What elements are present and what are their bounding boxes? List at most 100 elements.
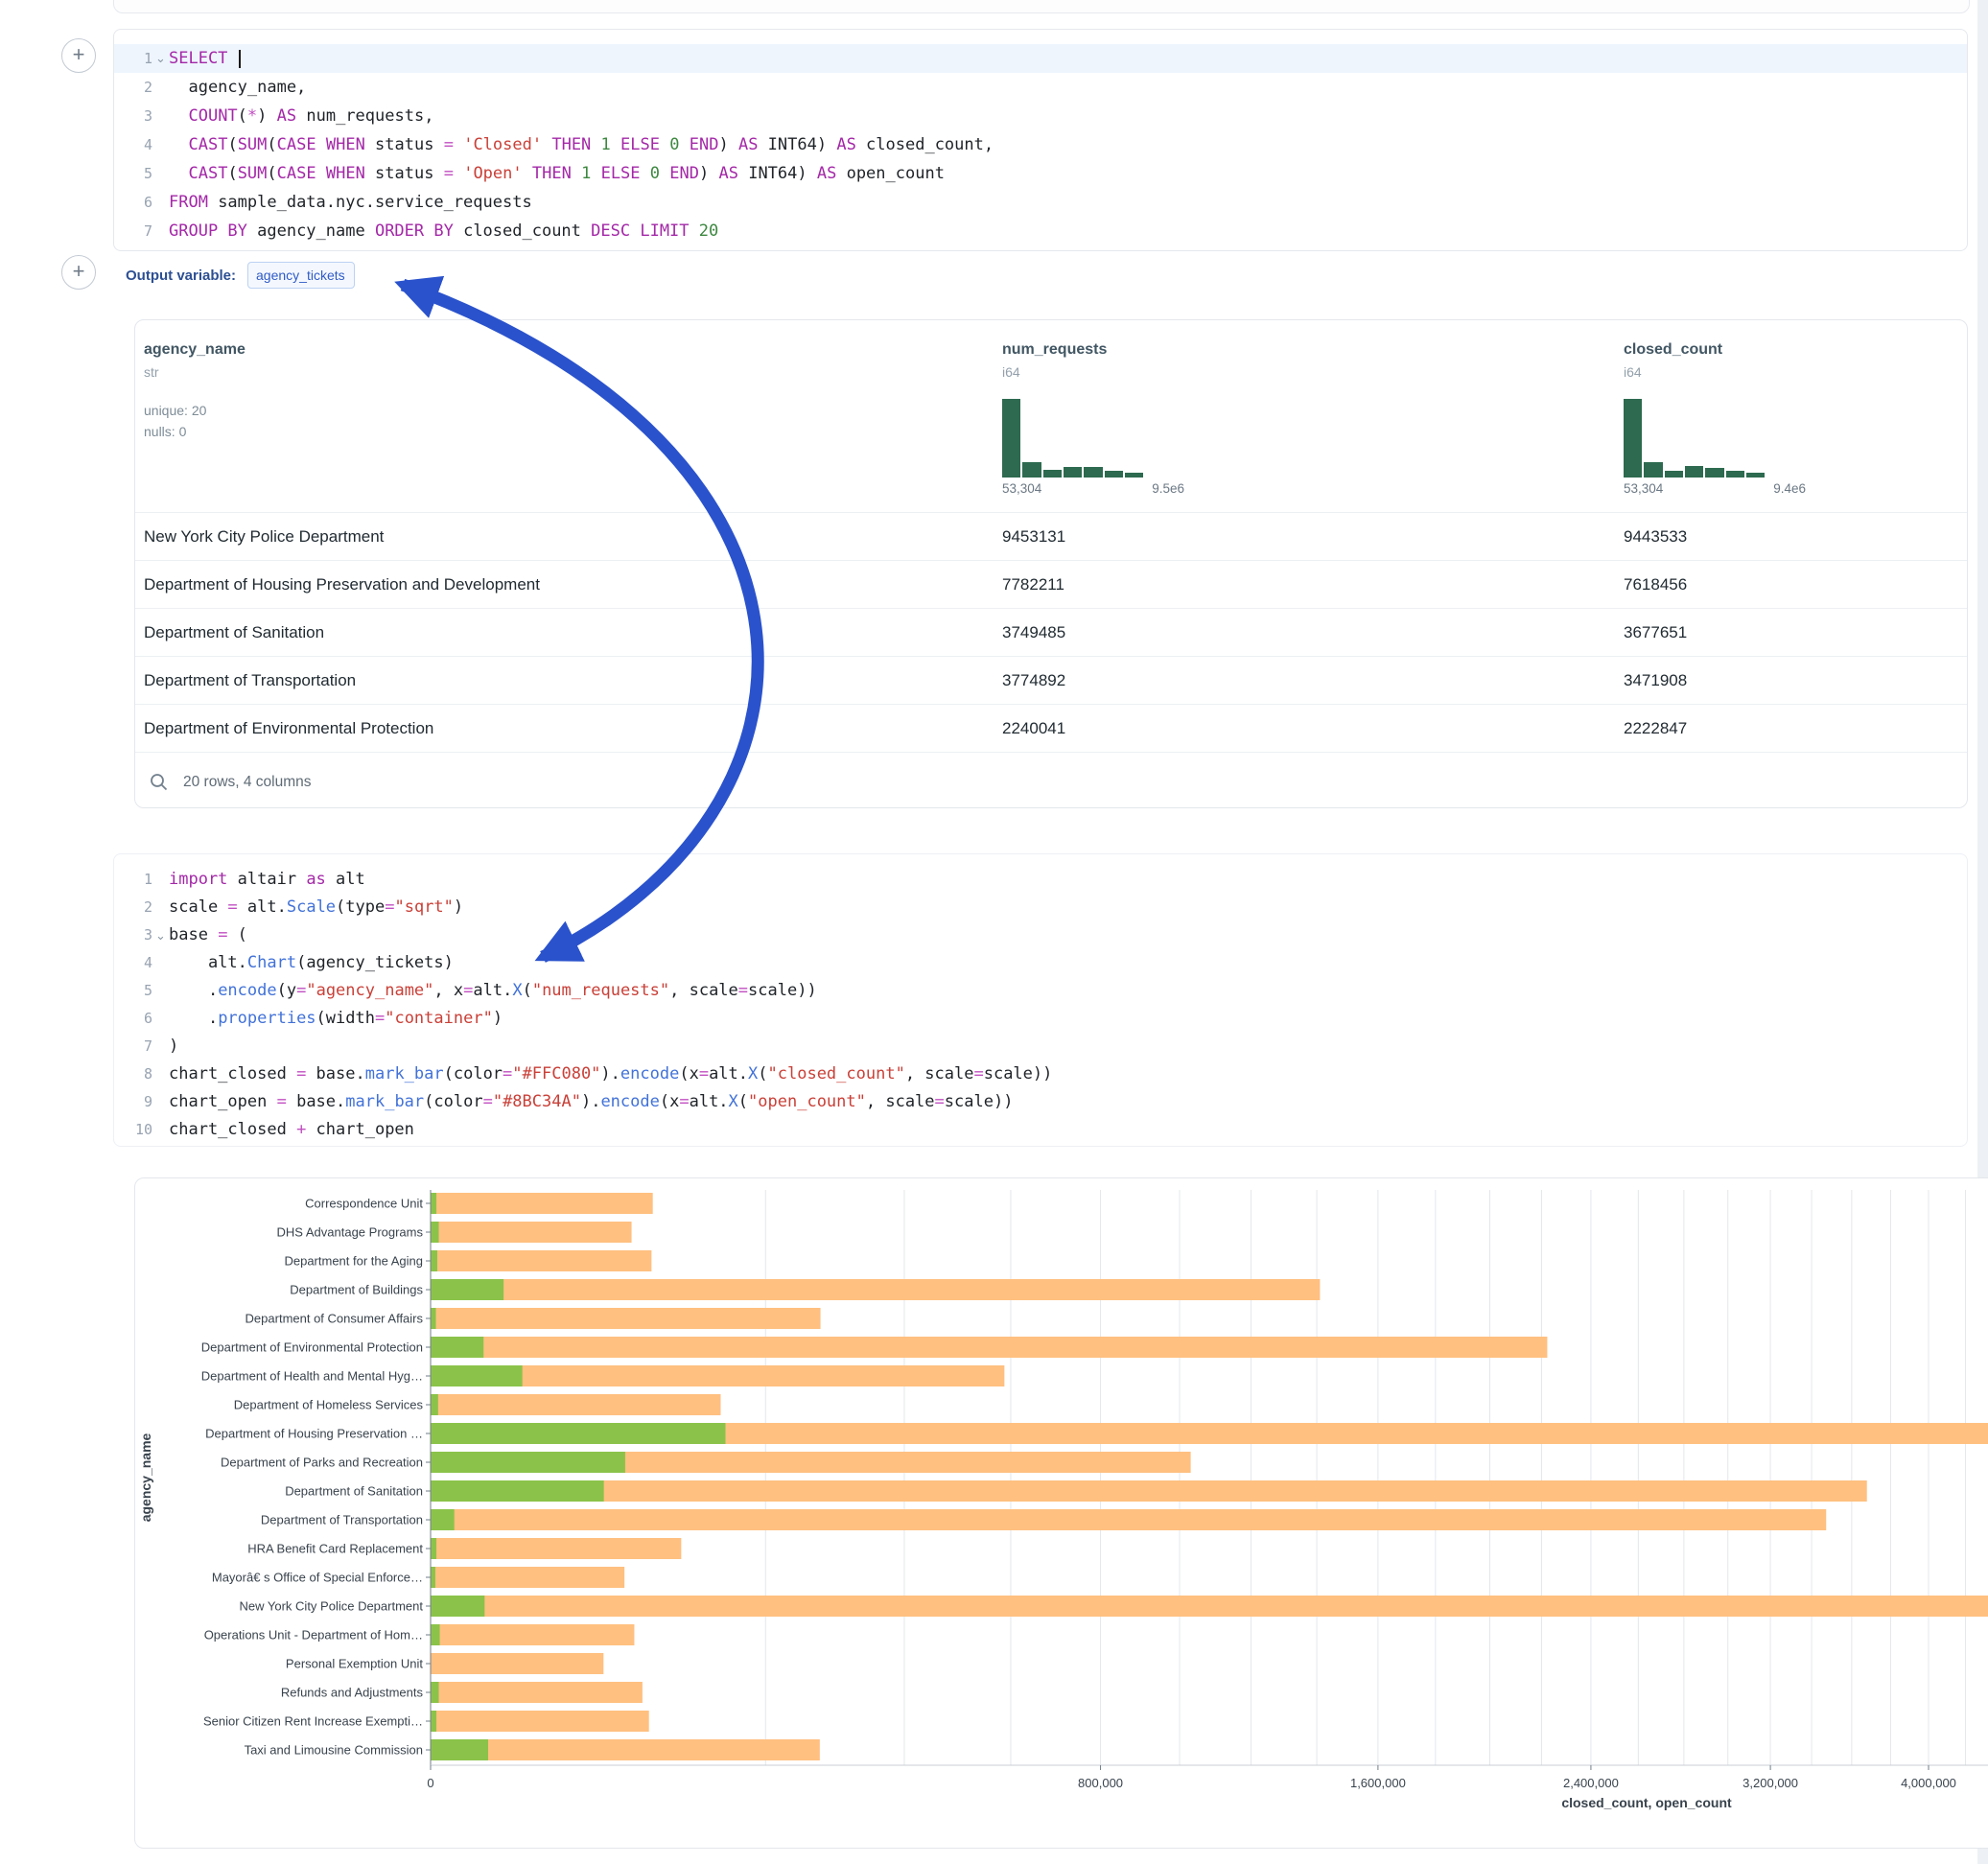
code-text: SELECT [169,44,241,73]
code-line[interactable]: 6FROM sample_data.nyc.service_requests [114,188,1967,217]
output-variable-row: Output variable: agency_tickets [126,261,355,290]
code-line[interactable]: 5 CAST(SUM(CASE WHEN status = 'Open' THE… [114,159,1967,188]
column-header-agency_name[interactable]: agency_namestrunique: 20nulls: 0 [144,341,374,439]
add-cell-button[interactable]: + [61,255,96,290]
notebook-canvas: + + 1⌄SELECT 2 agency_name,3 COUNT(*) AS… [0,0,1988,1864]
y-axis-label: Department for the Aging [284,1254,423,1269]
bar-open-count [431,1480,604,1502]
table-cell: Department of Environmental Protection [144,719,433,738]
output-variable-chip[interactable]: agency_tickets [247,262,355,289]
table-row[interactable]: Department of Housing Preservation and D… [135,560,1967,608]
bar-closed-count [431,1308,821,1329]
code-line[interactable]: 4 CAST(SUM(CASE WHEN status = 'Closed' T… [114,130,1967,159]
table-cell: 2240041 [1002,719,1065,738]
chevron-spacer [152,894,169,921]
code-line[interactable]: 9chart_open = base.mark_bar(color="#8BC3… [114,1088,1967,1116]
y-axis-label: Operations Unit - Department of Hom… [204,1628,423,1643]
bar-open-count [431,1279,503,1300]
bar-open-count [431,1624,440,1645]
column-header-num_requests[interactable]: num_requestsi6453,3049.5e6 [1002,341,1232,496]
table-row[interactable]: New York City Police Department945313194… [135,512,1967,560]
line-number: 6 [114,188,152,217]
code-line[interactable]: 2scale = alt.Scale(type="sqrt") [114,894,1967,921]
line-number: 7 [114,1033,152,1060]
column-header-closed_count[interactable]: closed_counti6453,3049.4e6 [1624,341,1854,496]
column-stat: unique: 20 [144,403,374,418]
python-editor[interactable]: 1 import altair as alt2scale = alt.Scale(… [113,853,1968,1147]
table-cell: 3677651 [1624,623,1687,642]
line-number: 10 [114,1116,152,1144]
row-count-label: 20 rows, 4 columns [183,774,312,791]
code-line[interactable]: 5 .encode(y="agency_name", x=alt.X("num_… [114,977,1967,1005]
code-line[interactable]: 7) [114,1033,1967,1060]
collapse-chevron-icon[interactable]: ⌄ [152,921,169,949]
agency-bar-chart: Correspondence UnitDHS Advantage Program… [135,1178,1988,1848]
line-number: 8 [114,1060,152,1088]
x-axis-tick-label: 1,600,000 [1350,1776,1406,1790]
line-number: 5 [114,159,152,188]
code-line[interactable]: 1 import altair as alt [114,866,1967,894]
add-cell-button[interactable]: + [61,38,96,73]
table-row[interactable]: Department of Transportation377489234719… [135,656,1967,704]
line-number: 1 [114,44,152,73]
bar-open-count [431,1711,436,1732]
code-line[interactable]: 4 alt.Chart(agency_tickets) [114,949,1967,977]
chevron-spacer [152,217,169,245]
code-text: ) [169,1033,178,1060]
histogram-range: 53,3049.5e6 [1002,481,1184,496]
column-name: num_requests [1002,341,1232,359]
code-line[interactable]: 3 COUNT(*) AS num_requests, [114,102,1967,130]
bar-closed-count [431,1193,653,1214]
y-axis-label: Department of Homeless Services [234,1398,424,1412]
table-body: New York City Police Department945313194… [135,512,1967,752]
code-line[interactable]: 3⌄base = ( [114,921,1967,949]
table-header: agency_namestrunique: 20nulls: 0 num_requ… [135,320,1967,512]
code-line[interactable]: 6 .properties(width="container") [114,1005,1967,1033]
table-cell: New York City Police Department [144,527,384,547]
table-row[interactable]: Department of Sanitation37494853677651 [135,608,1967,656]
bar-open-count [431,1308,436,1329]
table-cell: 7782211 [1002,575,1064,594]
bar-closed-count [431,1222,632,1243]
y-axis-label: Department of Sanitation [285,1484,423,1499]
column-histogram [1624,399,1806,478]
chevron-spacer [152,866,169,894]
y-axis-label: Senior Citizen Rent Increase Exempti… [203,1714,423,1729]
line-number: 1 [114,866,152,894]
code-text: chart_closed + chart_open [169,1116,414,1144]
text-cursor [239,50,241,68]
line-number: 9 [114,1088,152,1116]
bar-closed-count [431,1394,720,1415]
table-row[interactable]: Department of Environmental Protection 22… [135,704,1967,752]
x-axis-tick-label: 2,400,000 [1563,1776,1619,1790]
x-axis-tick-label: 800,000 [1078,1776,1123,1790]
code-text: scale = alt.Scale(type="sqrt") [169,894,463,921]
bar-closed-count [431,1739,820,1760]
column-name: agency_name [144,341,374,359]
code-line[interactable]: 2 agency_name, [114,73,1967,102]
bar-open-count [431,1452,625,1473]
code-line[interactable]: 7GROUP BY agency_name ORDER BY closed_co… [114,217,1967,245]
code-line[interactable]: 10 chart_closed + chart_open [114,1116,1967,1144]
chevron-spacer [152,102,169,130]
table-cell: 3774892 [1002,671,1065,690]
collapse-chevron-icon[interactable]: ⌄ [152,44,169,73]
line-number: 3 [114,921,152,949]
table-cell: 3749485 [1002,623,1065,642]
search-icon[interactable] [149,772,170,793]
code-line[interactable]: 8chart_closed = base.mark_bar(color="#FF… [114,1060,1967,1088]
x-axis-tick-label: 0 [427,1776,433,1790]
line-number: 4 [114,130,152,159]
bar-open-count [431,1538,436,1559]
line-number: 7 [114,217,152,245]
line-number: 5 [114,977,152,1005]
y-axis-label: Refunds and Adjustments [281,1686,424,1700]
table-cell: 9453131 [1002,527,1065,547]
code-text: base = ( [169,921,247,949]
line-number: 6 [114,1005,152,1033]
code-line[interactable]: 1⌄SELECT [114,44,1967,73]
code-text: import altair as alt [169,866,365,894]
sql-editor[interactable]: 1⌄SELECT 2 agency_name,3 COUNT(*) AS num… [113,29,1968,251]
x-axis-tick-label: 4,000,000 [1901,1776,1956,1790]
bar-closed-count [431,1653,603,1674]
